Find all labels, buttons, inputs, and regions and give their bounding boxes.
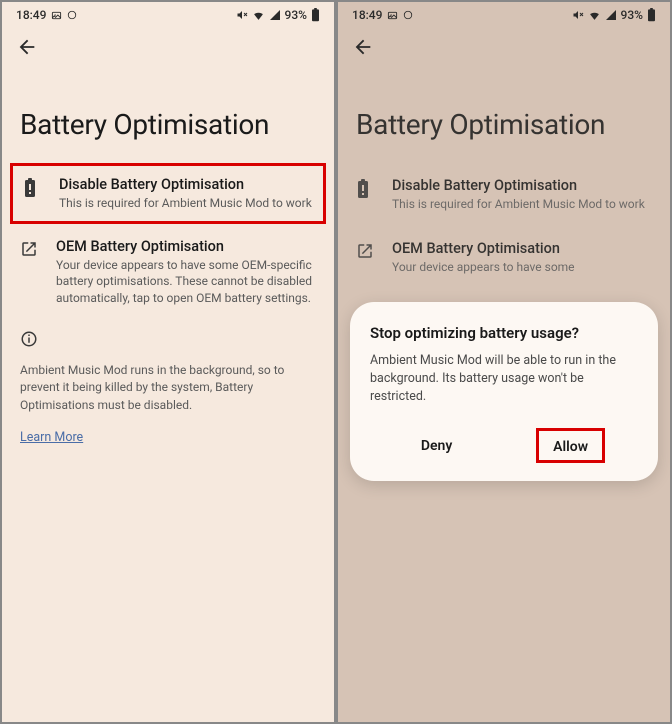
status-bar: 18:49 93% (338, 2, 670, 28)
status-battery-pct: 93% (621, 8, 643, 22)
status-picture-icon (51, 10, 62, 21)
info-icon-row (2, 320, 334, 358)
disable-title: Disable Battery Optimisation (392, 177, 652, 194)
status-battery-icon (311, 8, 320, 22)
disable-battery-optimisation-item[interactable]: Disable Battery Optimisation This is req… (10, 163, 326, 224)
battery-alert-icon (356, 179, 374, 197)
oem-title: OEM Battery Optimisation (392, 240, 652, 257)
status-time: 18:49 (16, 8, 46, 22)
phone-screen-right: 18:49 93% B (336, 0, 672, 724)
info-icon (20, 330, 316, 348)
status-time: 18:49 (352, 8, 382, 22)
status-signal-icon (269, 9, 281, 21)
allow-button-highlight: Allow (536, 428, 605, 463)
oem-battery-optimisation-item[interactable]: OEM Battery Optimisation Your device app… (2, 224, 334, 320)
status-battery-pct: 93% (285, 8, 307, 22)
status-mute-icon (572, 9, 584, 21)
info-text: Ambient Music Mod runs in the background… (2, 358, 334, 426)
disable-sub: This is required for Ambient Music Mod t… (392, 196, 652, 212)
status-wifi-icon (252, 9, 265, 22)
phone-screen-left: 18:49 93% B (0, 0, 336, 724)
page-title: Battery Optimisation (338, 62, 670, 163)
disable-battery-optimisation-item[interactable]: Disable Battery Optimisation This is req… (338, 163, 670, 226)
deny-button[interactable]: Deny (403, 430, 470, 462)
status-notification-icon (403, 10, 413, 20)
disable-title: Disable Battery Optimisation (59, 176, 313, 193)
oem-battery-optimisation-item[interactable]: OEM Battery Optimisation Your device app… (338, 226, 670, 289)
status-wifi-icon (588, 9, 601, 22)
page-title: Battery Optimisation (2, 62, 334, 163)
dialog-title: Stop optimizing battery usage? (370, 324, 638, 342)
battery-dialog: Stop optimizing battery usage? Ambient M… (350, 302, 658, 481)
status-picture-icon (387, 10, 398, 21)
status-bar: 18:49 93% (2, 2, 334, 28)
status-notification-icon (67, 10, 77, 20)
oem-sub: Your device appears to have some OEM-spe… (56, 257, 316, 306)
oem-title: OEM Battery Optimisation (56, 238, 316, 255)
allow-button[interactable]: Allow (553, 439, 588, 455)
back-icon[interactable] (352, 36, 656, 58)
status-signal-icon (605, 9, 617, 21)
learn-more-link[interactable]: Learn More (2, 426, 101, 449)
oem-sub-truncated: Your device appears to have some (392, 259, 652, 275)
status-battery-icon (647, 8, 656, 22)
disable-sub: This is required for Ambient Music Mod t… (59, 195, 313, 211)
back-icon[interactable] (16, 36, 320, 58)
dialog-text: Ambient Music Mod will be able to run in… (370, 352, 638, 406)
open-external-icon (356, 242, 374, 260)
open-external-icon (20, 240, 38, 258)
battery-alert-icon (23, 178, 41, 196)
status-mute-icon (236, 9, 248, 21)
